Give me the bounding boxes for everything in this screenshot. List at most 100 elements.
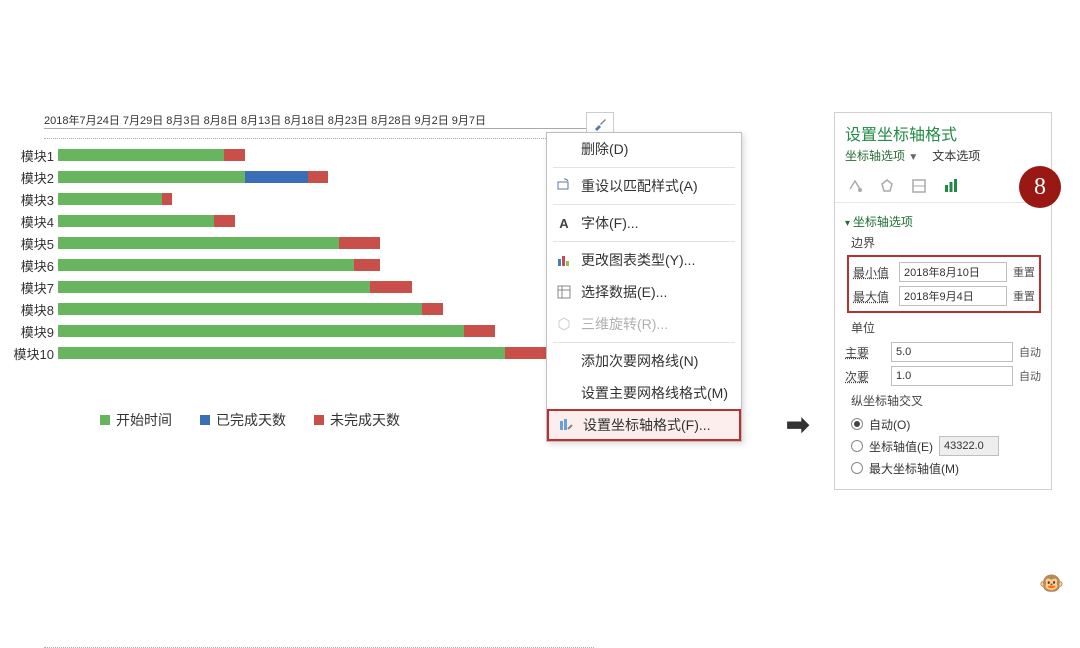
chart-legend: 开始时间 已完成天数 未完成天数 [100,410,400,430]
legend-swatch-red [314,415,324,425]
bar-track[interactable] [58,281,594,293]
bar-segment [58,259,354,271]
effects-icon[interactable] [877,176,897,196]
radio-checked-icon [851,418,863,430]
bar-track[interactable] [58,193,594,205]
bounds-heading: 边界 [851,234,1041,251]
row-label: 模块3 [8,190,58,209]
bounds-highlight-box: 最小值 2018年8月10日 重置 最大值 2018年9月4日 重置 [847,255,1041,313]
max-value-text: 2018年9月4日 [904,288,974,304]
chart-row: 模块6 [8,254,594,276]
select-data-icon [555,283,573,301]
cross-max-label: 最大坐标轴值(M) [869,460,959,477]
ctx-add-minor-grid[interactable]: 添加次要网格线(N) [547,345,741,377]
major-unit-row: 主要 5.0 自动 [845,340,1041,364]
legend-start: 开始时间 [100,410,172,430]
bar-segment [214,215,235,227]
bar-track[interactable] [58,347,594,359]
min-label: 最小值 [853,264,893,281]
ctx-format-axis[interactable]: 设置坐标轴格式(F)... [547,409,741,441]
axis-options-icon[interactable] [941,176,961,196]
bar-segment [245,171,307,183]
ctx-reset-label: 重设以匹配样式(A) [581,176,698,196]
bar-track[interactable] [58,149,594,161]
x-axis-dates: 2018年7月24日 7月29日 8月3日 8月8日 8月13日 8月18日 8… [44,112,594,129]
chart-row: 模块3 [8,188,594,210]
bar-segment [370,281,412,293]
bar-segment [58,149,224,161]
row-label: 模块10 [8,344,58,363]
ctx-delete-label: 删除(D) [581,139,628,159]
reset-style-icon [555,177,573,195]
cross-value-radio[interactable]: 坐标轴值(E) 43322.0 [845,435,1041,457]
chart-row: 模块9 [8,320,594,342]
cross-auto-radio[interactable]: 自动(O) [845,413,1041,435]
max-reset-button[interactable]: 重置 [1013,288,1035,304]
bar-track[interactable] [58,259,594,271]
ctx-select-data-label: 选择数据(E)... [581,282,667,302]
major-label: 主要 [845,344,885,361]
ctx-reset-match-style[interactable]: 重设以匹配样式(A) [547,170,741,202]
ctx-select-data[interactable]: 选择数据(E)... [547,276,741,308]
bar-segment [58,193,162,205]
ctx-sep-3 [553,241,735,242]
tab-axis-options-label: 坐标轴选项 [845,149,905,163]
legend-swatch-blue [200,415,210,425]
axis-context-menu: 删除(D) 重设以匹配样式(A) A 字体(F)... 更改图表类型(Y)...… [546,132,742,442]
min-reset-button[interactable]: 重置 [1013,264,1035,280]
caret-down-icon: ▼ [908,152,918,163]
major-unit-input[interactable]: 5.0 [891,342,1013,362]
cross-max-radio[interactable]: 最大坐标轴值(M) [845,457,1041,479]
row-label: 模块5 [8,234,58,253]
min-value-input[interactable]: 2018年8月10日 [899,262,1007,282]
ctx-change-chart-type[interactable]: 更改图表类型(Y)... [547,244,741,276]
tab-text-options[interactable]: 文本选项 [932,147,980,164]
chart-row: 模块7 [8,276,594,298]
format-axis-panel: 设置坐标轴格式 坐标轴选项 ▼ 文本选项 8 坐标轴选项 边界 最小值 20 [834,112,1052,490]
bar-track[interactable] [58,237,594,249]
legend-start-label: 开始时间 [116,410,172,430]
ctx-delete[interactable]: 删除(D) [547,133,741,165]
ctx-font-label: 字体(F)... [581,213,639,233]
tab-axis-options[interactable]: 坐标轴选项 ▼ [845,147,918,164]
max-label: 最大值 [853,288,893,305]
minor-unit-input[interactable]: 1.0 [891,366,1013,386]
panel-body: 坐标轴选项 边界 最小值 2018年8月10日 重置 最大值 2018年9月4日… [835,203,1051,489]
ctx-major-grid-format[interactable]: 设置主要网格线格式(M) [547,377,741,409]
bounds-min-row: 最小值 2018年8月10日 重置 [853,260,1035,284]
legend-swatch-green [100,415,110,425]
ctx-3d-label: 三维旋转(R)... [581,314,668,334]
ctx-font[interactable]: A 字体(F)... [547,207,741,239]
bar-segment [58,237,339,249]
cross-auto-label: 自动(O) [869,416,910,433]
radio-icon [851,462,863,474]
row-label: 模块6 [8,256,58,275]
bar-segment [505,347,547,359]
chart-rows: 模块1模块2模块3模块4模块5模块6模块7模块8模块9模块10 [8,144,594,364]
fill-icon[interactable] [845,176,865,196]
ctx-format-axis-label: 设置坐标轴格式(F)... [583,415,711,435]
ctx-change-type-label: 更改图表类型(Y)... [581,250,695,270]
bar-segment [422,303,443,315]
bar-segment [162,193,172,205]
section-axis-options[interactable]: 坐标轴选项 [845,213,1041,230]
chart-row: 模块2 [8,166,594,188]
chart-type-icon [555,251,573,269]
major-auto: 自动 [1019,344,1041,360]
bar-track[interactable] [58,215,594,227]
size-icon[interactable] [909,176,929,196]
max-value-input[interactable]: 2018年9月4日 [899,286,1007,306]
bar-track[interactable] [58,325,594,337]
min-value-text: 2018年8月10日 [904,264,980,280]
chart-row: 模块4 [8,210,594,232]
radio-icon [851,440,863,452]
bar-segment [354,259,380,271]
brush-icon [593,117,607,131]
bar-track[interactable] [58,303,594,315]
font-icon: A [555,214,573,232]
bar-track[interactable] [58,171,594,183]
bar-segment [224,149,245,161]
bar-segment [58,215,214,227]
legend-done-label: 已完成天数 [216,410,286,430]
chart-row: 模块8 [8,298,594,320]
